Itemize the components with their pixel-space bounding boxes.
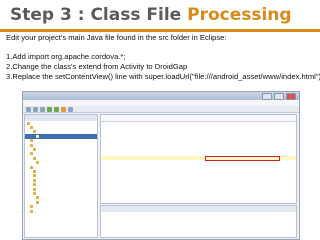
toolbar-debug-icon[interactable] <box>54 107 59 112</box>
folder-icon <box>30 152 33 156</box>
file-icon <box>30 205 33 209</box>
file-icon <box>36 200 39 204</box>
file-icon <box>30 209 33 213</box>
folder-icon <box>33 156 36 160</box>
package-icon <box>33 130 36 134</box>
window-controls <box>262 93 296 100</box>
toolbar-run-icon[interactable] <box>47 107 52 112</box>
toolbar-android-icon[interactable] <box>61 107 66 112</box>
folder-icon <box>30 126 33 130</box>
slide-title: Step 3 : Class File Processing <box>10 2 310 28</box>
close-icon[interactable] <box>286 93 296 100</box>
maximize-icon[interactable] <box>274 93 284 100</box>
ide-toolbar <box>23 106 299 113</box>
step-1: 1.Add import org.apache.cordova.*; <box>6 52 126 61</box>
folder-icon <box>30 139 33 143</box>
step-3: 3.Replace the setContentView() line with… <box>6 72 320 81</box>
folder-icon <box>33 187 36 191</box>
java-file-icon <box>36 134 39 138</box>
folder-icon <box>27 121 30 125</box>
title-step: Step 3 : Class File <box>10 5 188 25</box>
ide-titlebar <box>23 92 299 100</box>
library-icon <box>30 143 33 147</box>
code-editor[interactable] <box>100 114 297 204</box>
editor-tab[interactable] <box>101 115 296 122</box>
folder-icon <box>33 183 36 187</box>
highlight-box <box>205 156 280 161</box>
console-tabs[interactable] <box>101 206 296 212</box>
minimize-icon[interactable] <box>262 93 272 100</box>
eclipse-screenshot <box>22 91 300 240</box>
file-icon <box>36 196 39 200</box>
toolbar-new-icon[interactable] <box>26 107 31 112</box>
folder-icon <box>33 174 36 178</box>
toolbar-print-icon[interactable] <box>40 107 45 112</box>
folder-icon <box>33 191 36 195</box>
package-explorer <box>24 114 98 238</box>
folder-icon <box>33 169 36 173</box>
console-panel <box>100 205 297 238</box>
toolbar-search-icon[interactable] <box>68 107 73 112</box>
file-icon <box>36 161 39 165</box>
intro-text: Edit your project's main Java file found… <box>6 33 227 42</box>
steps-list: 1.Add import org.apache.cordova.*; 2.Cha… <box>6 52 320 82</box>
tree-item[interactable] <box>25 209 97 213</box>
package-tree <box>25 121 97 213</box>
toolbar-save-icon[interactable] <box>33 107 38 112</box>
title-underline <box>0 29 320 32</box>
jar-icon <box>33 148 36 152</box>
folder-icon <box>30 165 33 169</box>
title-processing: Processing <box>187 5 292 25</box>
step-2: 2.Change the class's extend from Activit… <box>6 62 188 71</box>
folder-icon <box>33 178 36 182</box>
